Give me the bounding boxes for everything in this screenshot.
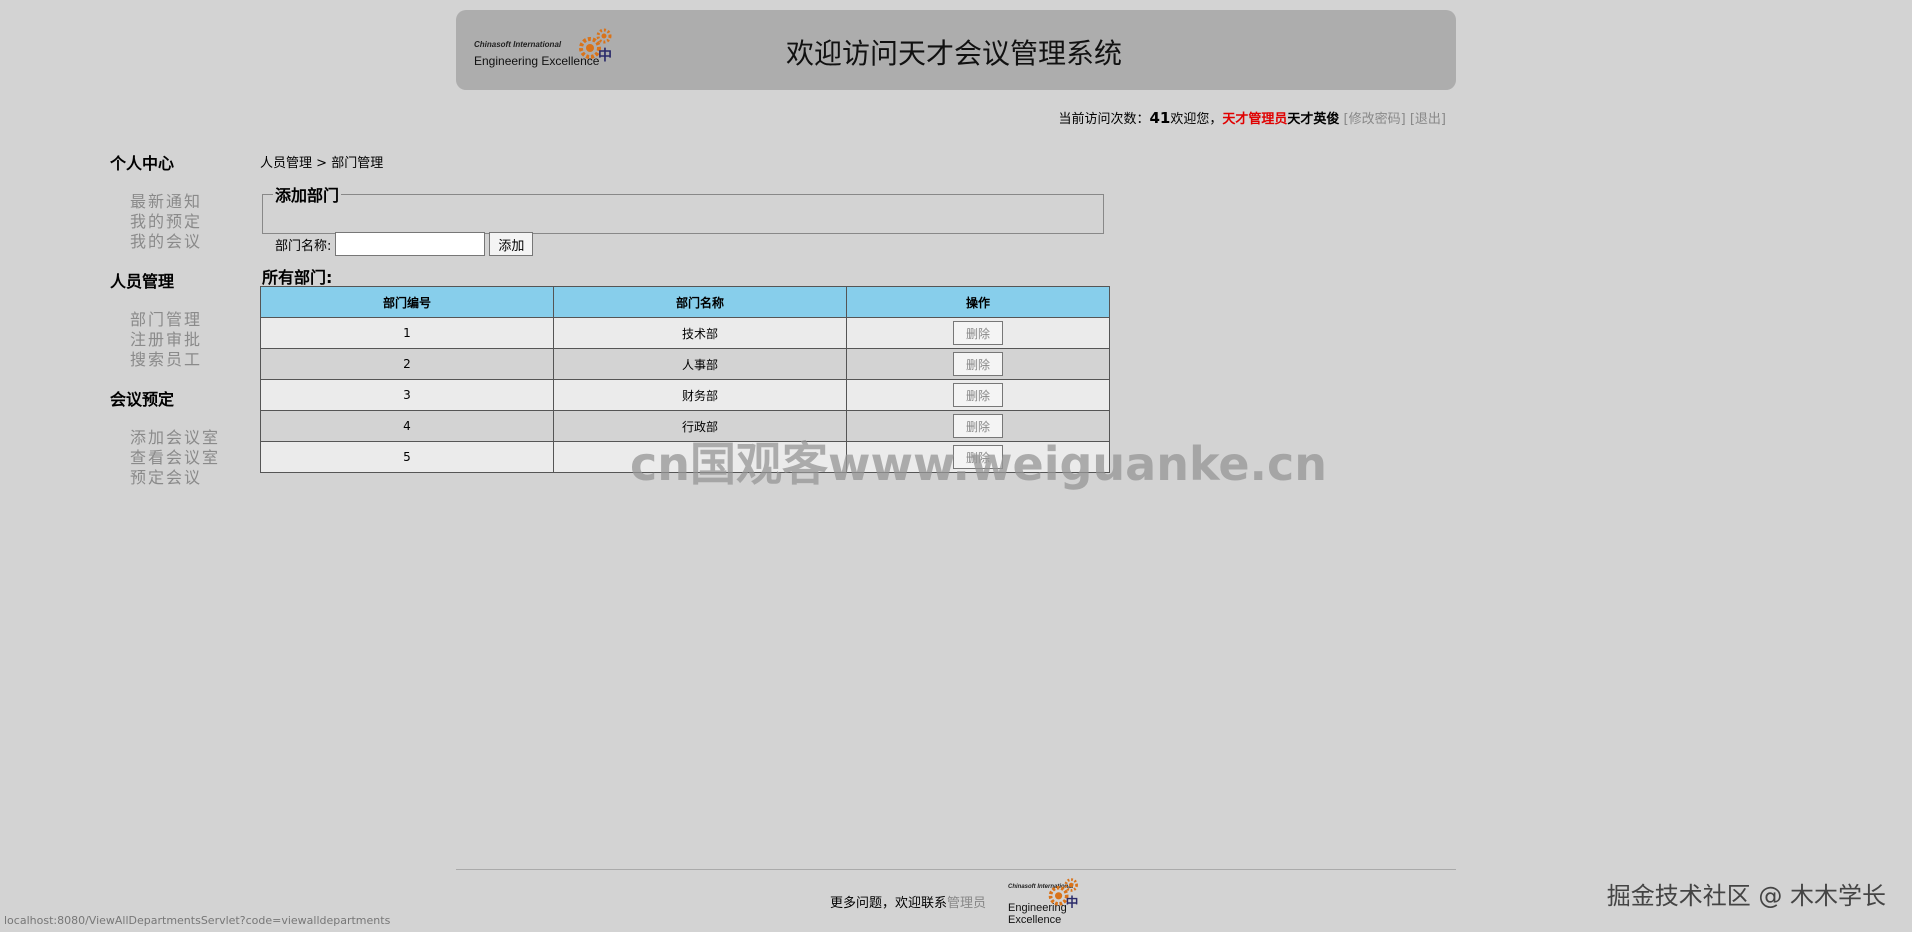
user-name: 天才英俊 — [1287, 112, 1340, 127]
browser-status-url: localhost:8080/ViewAllDepartmentsServlet… — [4, 914, 391, 927]
chinasoft-logo: Chinasoft International Engineering Exce… — [470, 26, 620, 78]
welcome-text: 欢迎您， — [1170, 112, 1223, 127]
breadcrumb-separator: > — [316, 156, 328, 171]
system-title: 欢迎访问天才会议管理系统 — [786, 37, 1123, 70]
add-department-row: 部门名称: 添加 — [275, 232, 534, 256]
department-name-cell: 技术部 — [553, 317, 847, 349]
sidebar-item-registration-approval[interactable]: 注册审批 — [130, 330, 250, 350]
department-id-cell: 4 — [260, 410, 554, 442]
sidebar-item-book-meeting[interactable]: 预定会议 — [130, 468, 250, 488]
action-cell: 删除 — [846, 379, 1110, 411]
sidebar-nav: 个人中心 最新通知 我的预定 我的会议 人员管理 部门管理 注册审批 搜索员工 … — [110, 150, 250, 504]
breadcrumb-current: 部门管理 — [331, 156, 384, 171]
department-id-cell: 1 — [260, 317, 554, 349]
svg-text:中: 中 — [1066, 895, 1079, 910]
sidebar-item-add-room[interactable]: 添加会议室 — [130, 428, 250, 448]
sidebar-group-personal: 个人中心 最新通知 我的预定 我的会议 — [110, 150, 250, 252]
sidebar-group-staff: 人员管理 部门管理 注册审批 搜索员工 — [110, 268, 250, 370]
department-id-cell: 2 — [260, 348, 554, 380]
user-status-bar: 当前访问次数：41欢迎您，天才管理员天才英俊 [修改密码] [退出] — [1058, 108, 1446, 127]
sidebar-group-title: 个人中心 — [110, 154, 175, 173]
footer-logo-line-2: Excellence — [1008, 914, 1062, 926]
footer-admin-link[interactable]: 管理员 — [947, 896, 986, 911]
action-cell: 删除 — [846, 317, 1110, 349]
footer-gear-icon: 中 — [1048, 878, 1079, 910]
delete-button[interactable]: 删除 — [953, 383, 1003, 407]
department-name-input[interactable] — [335, 232, 486, 256]
footer-chinasoft-logo: Chinasoft International Engineering Exce… — [1006, 876, 1086, 928]
column-header-name: 部门名称 — [553, 286, 847, 318]
department-name-cell: 财务部 — [553, 379, 847, 411]
logo-small-text: Chinasoft International — [474, 40, 562, 49]
footer-divider — [456, 869, 1456, 870]
sidebar-group-title: 会议预定 — [110, 390, 175, 409]
table-row: 3 财务部 删除 — [260, 379, 1110, 411]
footer-contact-text: 更多问题，欢迎联系 — [830, 896, 948, 911]
department-name-cell: 人事部 — [553, 348, 847, 380]
sidebar-item-department-management[interactable]: 部门管理 — [130, 310, 250, 330]
visits-count: 41 — [1149, 109, 1171, 127]
all-departments-title: 所有部门: — [262, 268, 333, 287]
department-id-cell: 3 — [260, 379, 554, 411]
gear-logo-icon: 中 — [579, 28, 612, 64]
action-cell: 删除 — [846, 348, 1110, 380]
table-row: 2 人事部 删除 — [260, 348, 1110, 380]
sidebar-group-title: 人员管理 — [110, 272, 175, 291]
footer-contact: 更多问题，欢迎联系管理员 — [830, 892, 986, 911]
add-department-button[interactable]: 添加 — [489, 232, 534, 256]
add-department-legend: 添加部门 — [275, 186, 340, 205]
user-role: 天才管理员 — [1222, 112, 1288, 127]
department-id-cell: 5 — [260, 441, 554, 473]
watermark-text: cn国观客www.weiguanke.cn — [630, 437, 1328, 491]
visits-label: 当前访问次数： — [1058, 112, 1150, 127]
table-row: 1 技术部 删除 — [260, 317, 1110, 349]
sidebar-group-meetings: 会议预定 添加会议室 查看会议室 预定会议 — [110, 386, 250, 488]
svg-text:中: 中 — [598, 47, 612, 64]
credit-watermark: 掘金技术社区 @ 木木学长 — [1606, 882, 1886, 910]
sidebar-item-search-employees[interactable]: 搜索员工 — [130, 350, 250, 370]
table-header-row: 部门编号 部门名称 操作 — [260, 286, 1110, 318]
delete-button[interactable]: 删除 — [953, 321, 1003, 345]
delete-button[interactable]: 删除 — [953, 352, 1003, 376]
breadcrumb-parent[interactable]: 人员管理 — [260, 156, 312, 171]
column-header-action: 操作 — [846, 286, 1110, 318]
sidebar-item-view-rooms[interactable]: 查看会议室 — [130, 448, 250, 468]
sidebar-item-my-meetings[interactable]: 我的会议 — [130, 232, 250, 252]
header-banner: Chinasoft International Engineering Exce… — [456, 10, 1456, 90]
breadcrumb: 人员管理 > 部门管理 — [260, 152, 383, 171]
column-header-id: 部门编号 — [260, 286, 554, 318]
sidebar-item-my-bookings[interactable]: 我的预定 — [130, 212, 250, 232]
logout-link[interactable]: [退出] — [1410, 112, 1446, 127]
add-department-form: 添加部门 部门名称: 添加 — [262, 182, 1104, 256]
sidebar-item-latest-notices[interactable]: 最新通知 — [130, 192, 250, 212]
department-name-label: 部门名称: — [275, 238, 332, 254]
change-password-link[interactable]: [修改密码] — [1344, 112, 1406, 127]
